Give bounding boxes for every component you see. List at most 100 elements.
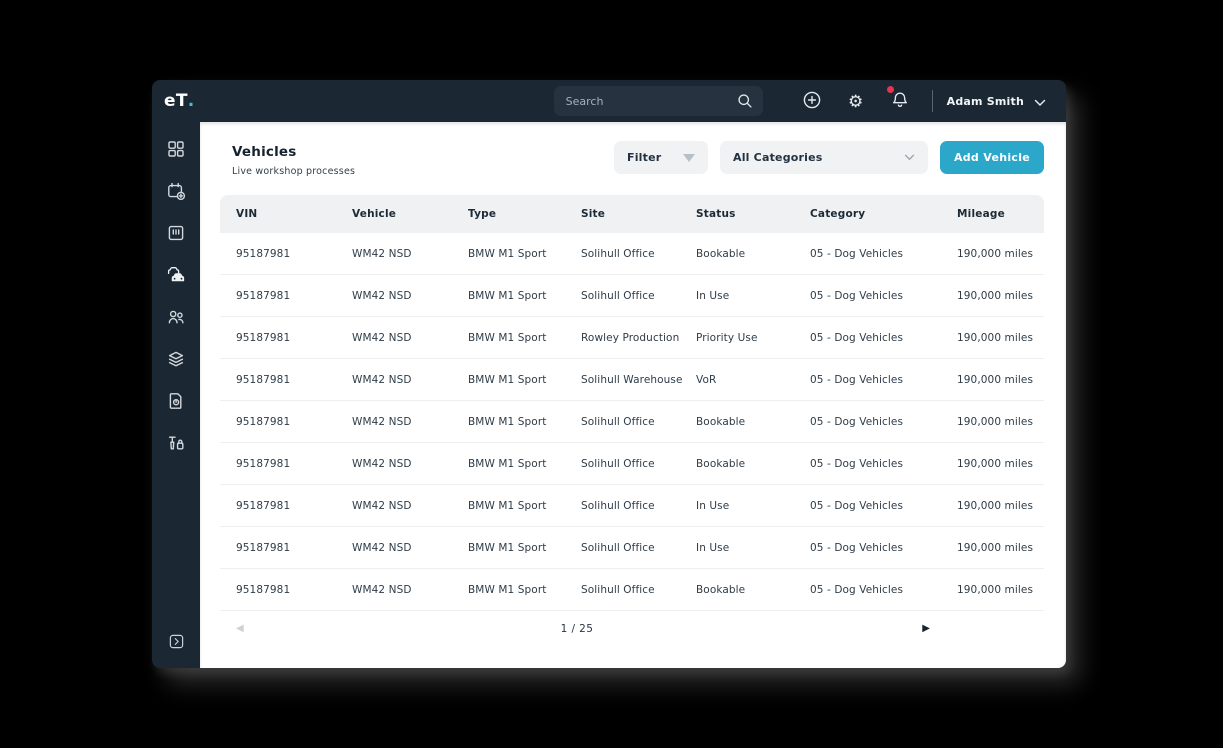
- table-cell: Solihull Office: [581, 457, 655, 470]
- table-cell: WM42 NSD: [352, 583, 412, 596]
- table-row[interactable]: 95187981 WM42 NSD BMW M1 Sport Solihull Off…: [220, 569, 1044, 611]
- table-cell: 05 - Dog Vehicles: [810, 457, 904, 470]
- column-header: Type: [468, 208, 497, 220]
- table-cell: WM42 NSD: [352, 541, 412, 554]
- layers-icon: [166, 349, 186, 372]
- table-cell: In Use: [696, 289, 730, 302]
- report-document-icon: [166, 391, 186, 414]
- sidebar-item-layers[interactable]: [152, 339, 200, 381]
- table-row[interactable]: 95187981 WM42 NSD BMW M1 Sport Solihull Off…: [220, 443, 1044, 485]
- logo-dot: .: [187, 91, 195, 111]
- user-name: Adam Smith: [946, 94, 1024, 108]
- sidebar-item-reports[interactable]: [152, 381, 200, 423]
- table-cell: 05 - Dog Vehicles: [810, 499, 904, 512]
- table-cell: In Use: [696, 499, 730, 512]
- search-box: [553, 86, 763, 116]
- table-cell: BMW M1 Sport: [468, 415, 547, 428]
- table-cell: Solihull Office: [581, 247, 655, 260]
- notifications-button[interactable]: [886, 86, 913, 114]
- filter-label: Filter: [627, 151, 662, 164]
- filter-dropdown[interactable]: Filter: [614, 141, 708, 174]
- column-header: Status: [696, 208, 736, 220]
- notification-badge: [886, 86, 894, 93]
- table-cell: WM42 NSD: [352, 415, 412, 428]
- table-cell: 95187981: [236, 457, 291, 470]
- table-cell: WM42 NSD: [352, 247, 412, 260]
- table-row[interactable]: 95187981 WM42 NSD BMW M1 Sport Rowley Produ…: [220, 317, 1044, 359]
- user-menu[interactable]: Adam Smith: [945, 88, 1048, 115]
- table-cell: Solihull Warehouse: [581, 373, 683, 386]
- chevron-down-icon: [904, 151, 915, 164]
- add-vehicle-button[interactable]: Add Vehicle: [940, 141, 1044, 174]
- table-cell: Bookable: [696, 583, 746, 596]
- table-cell: 190,000 miles: [957, 373, 1034, 386]
- table-cell: 05 - Dog Vehicles: [810, 247, 904, 260]
- next-page-button[interactable]: ▶: [918, 620, 934, 638]
- kanban-board-icon: [166, 223, 186, 246]
- table-cell: Priority Use: [696, 331, 758, 344]
- table-cell: 190,000 miles: [957, 583, 1034, 596]
- table-cell: BMW M1 Sport: [468, 541, 547, 554]
- table-cell: BMW M1 Sport: [468, 289, 547, 302]
- table-cell: 190,000 miles: [957, 331, 1034, 344]
- table-cell: 190,000 miles: [957, 247, 1034, 260]
- table-cell: In Use: [696, 541, 730, 554]
- table-cell: Bookable: [696, 247, 746, 260]
- collapse-chevron-icon: [168, 633, 185, 653]
- logo-text: eT: [164, 91, 188, 111]
- table-cell: 190,000 miles: [957, 415, 1034, 428]
- table-cell: 95187981: [236, 583, 291, 596]
- app-body: Vehicles Live workshop processes Filter …: [152, 122, 1066, 668]
- table-cell: BMW M1 Sport: [468, 247, 547, 260]
- search-input[interactable]: [553, 86, 763, 116]
- table-cell: BMW M1 Sport: [468, 457, 547, 470]
- main-content: Vehicles Live workshop processes Filter …: [200, 122, 1066, 668]
- table-cell: 05 - Dog Vehicles: [810, 541, 904, 554]
- dashboard-icon: [166, 139, 186, 162]
- app-logo[interactable]: eT .: [164, 91, 195, 111]
- table-cell: 95187981: [236, 415, 291, 428]
- table-cell: BMW M1 Sport: [468, 373, 547, 386]
- categories-value: All Categories: [733, 151, 823, 164]
- chevron-down-icon: [1034, 92, 1046, 111]
- table-cell: WM42 NSD: [352, 499, 412, 512]
- table-cell: 190,000 miles: [957, 457, 1034, 470]
- column-header: Category: [810, 208, 866, 220]
- table-cell: 190,000 miles: [957, 289, 1034, 302]
- navbar-divider: [931, 90, 933, 112]
- add-new-button[interactable]: [799, 88, 825, 114]
- table-cell: Solihull Office: [581, 415, 655, 428]
- sidebar: [152, 122, 200, 668]
- sidebar-item-dashboard[interactable]: [152, 129, 200, 171]
- categories-dropdown[interactable]: All Categories: [720, 141, 928, 174]
- table-row[interactable]: 95187981 WM42 NSD BMW M1 Sport Solihull Off…: [220, 233, 1044, 275]
- users-icon: [166, 307, 186, 330]
- notifications-bell-icon: [890, 90, 910, 113]
- table-row[interactable]: 95187981 WM42 NSD BMW M1 Sport Solihull Off…: [220, 401, 1044, 443]
- content-header: Vehicles Live workshop processes Filter …: [200, 122, 1066, 195]
- triangle-down-icon: [683, 153, 695, 162]
- table-cell: Solihull Office: [581, 499, 655, 512]
- table-row[interactable]: 95187981 WM42 NSD BMW M1 Sport Solihull Off…: [220, 275, 1044, 317]
- search-icon: [736, 92, 754, 114]
- table-row[interactable]: 95187981 WM42 NSD BMW M1 Sport Solihull War…: [220, 359, 1044, 401]
- column-header: Mileage: [957, 208, 1005, 220]
- sidebar-item-board[interactable]: [152, 213, 200, 255]
- table-row[interactable]: 95187981 WM42 NSD BMW M1 Sport Solihull Off…: [220, 527, 1044, 569]
- table-cell: 95187981: [236, 289, 291, 302]
- sidebar-item-tools[interactable]: [152, 423, 200, 465]
- sidebar-item-users[interactable]: [152, 297, 200, 339]
- table-cell: WM42 NSD: [352, 289, 412, 302]
- sidebar-collapse-button[interactable]: [152, 622, 200, 664]
- top-navbar: eT . ⚙: [152, 80, 1066, 122]
- sidebar-item-vehicles[interactable]: [152, 255, 200, 297]
- settings-button[interactable]: ⚙: [843, 88, 869, 114]
- table-cell: Rowley Production: [581, 331, 680, 344]
- table-cell: Solihull Office: [581, 541, 655, 554]
- table-cell: 05 - Dog Vehicles: [810, 415, 904, 428]
- column-header: Site: [581, 208, 606, 220]
- table-row[interactable]: 95187981 WM42 NSD BMW M1 Sport Solihull Off…: [220, 485, 1044, 527]
- sidebar-item-calendar-add[interactable]: [152, 171, 200, 213]
- table-cell: BMW M1 Sport: [468, 583, 547, 596]
- vehicles-table: VIN Vehicle Type Site Status Category Mileage …: [220, 195, 1044, 611]
